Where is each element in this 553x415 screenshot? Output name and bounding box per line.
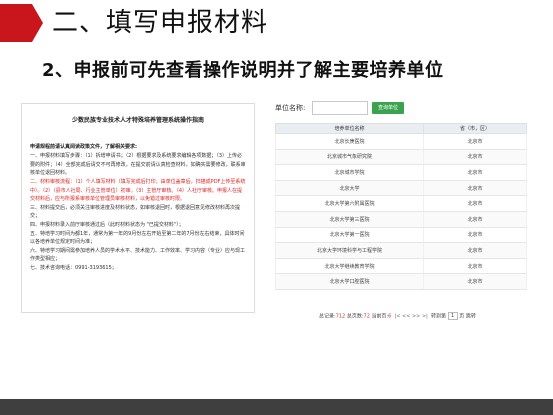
total-pages-value: 72	[363, 313, 370, 320]
current-page-value: 6	[388, 313, 392, 320]
unit-name-cell: 北京大学第六附属医院	[275, 195, 424, 212]
table-row[interactable]: 北京长庚医院 北京市	[275, 133, 527, 150]
province-cell: 北京市	[423, 149, 527, 166]
unit-name-cell: 北京大学继续教育学院	[275, 258, 424, 275]
jump-to-label: 转到第	[431, 313, 447, 320]
table-row[interactable]: 北京大学环境科学与工程学院 北京市	[275, 242, 527, 259]
title-accent-arrow	[32, 4, 43, 42]
unit-name-cell: 北京大学口腔医院	[275, 273, 424, 290]
province-cell: 北京市	[423, 273, 527, 290]
footer-bar	[0, 399, 553, 415]
guide-step-4: 四、申报材料录入前厅审核通过后（此时材料状态为 "已提交材料"）；	[30, 221, 184, 228]
unit-name-cell: 北京长庚医院	[275, 133, 424, 150]
unit-name-cell: 北京城市学院	[275, 164, 424, 181]
slide-subtitle: 2、申报前可先查看操作说明并了解主要培养单位	[42, 60, 444, 81]
pagination-bar: 总记录:712 总页数:72 当前页:6 |< << >> >| 转到第 1 页…	[319, 312, 539, 322]
province-cell: 北京市	[423, 164, 527, 181]
unit-name-label: 单位名称:	[275, 104, 306, 112]
operation-guide-document: 少数民族专业技术人才特殊培养管理系统操作指南 申请规程前请认真阅读政策文件，了解…	[21, 103, 255, 313]
page-navigation-links[interactable]: |< << >> >|	[395, 314, 428, 320]
total-records-value: 712	[335, 313, 346, 320]
unit-name-cell: 北京大学第一医院	[275, 227, 424, 244]
guide-step-7: 七、技术咨询电话：0991-3193615；	[30, 264, 117, 271]
province-cell: 北京市	[423, 133, 527, 150]
guide-step-6: 六、特培学习期间需参加培养人员的学术水平、技术能力、工作效率、学习内容（专业）应…	[30, 247, 246, 263]
title-accent-bar	[0, 4, 32, 42]
province-cell: 北京市	[423, 227, 527, 244]
query-unit-button[interactable]: 查询单位	[372, 102, 404, 114]
unit-name-cell: 北京大学环境科学与工程学院	[275, 242, 424, 259]
column-header-province[interactable]: 省（市，区）	[423, 123, 527, 134]
province-cell: 北京市	[423, 211, 527, 228]
guide-title: 少数民族专业技术人才特殊培养管理系统操作指南	[71, 117, 204, 124]
unit-name-cell: 北京大学第三医院	[275, 211, 424, 228]
table-row[interactable]: 北京大学口腔医院 北京市	[275, 273, 527, 290]
total-records-label: 总记录:	[319, 313, 336, 320]
page-unit-label: 页	[459, 313, 465, 320]
guide-step-5: 五、特培学习时间为都1年，通常为第一年的9月份左右开始至第二年的7月份左右结束，…	[30, 230, 245, 246]
unit-name-cell: 北京城市气象研究院	[275, 149, 424, 166]
jump-page-input[interactable]: 1	[447, 312, 458, 320]
training-unit-table: 培养单位名称 省（市，区） 北京长庚医院 北京市 北京城市气象研究院 北京市 北京城…	[275, 123, 527, 290]
province-cell: 北京市	[423, 258, 527, 275]
table-row[interactable]: 北京城市学院 北京市	[275, 164, 527, 181]
training-unit-search-page: 单位名称: 查询单位 培养单位名称 省（市，区） 北京长庚医院 北京市 北京城市气…	[259, 95, 532, 327]
guide-step-2: 二、材料审核流程：（1）个人填写材料（填写完成后打印，由单位盖章后，扫描成PDF…	[30, 178, 246, 203]
column-header-unit-name[interactable]: 培养单位名称	[275, 123, 424, 134]
table-row[interactable]: 北京大学继续教育学院 北京市	[275, 258, 527, 275]
province-cell: 北京市	[423, 180, 527, 197]
search-row: 单位名称: 查询单位	[259, 99, 532, 117]
jump-button[interactable]: 跳转	[466, 314, 476, 320]
table-row[interactable]: 北京城市气象研究院 北京市	[275, 149, 527, 166]
guide-intro: 申请规程前请认真阅读政策文件，了解相关要求:	[30, 143, 138, 150]
table-row[interactable]: 北京大学第一医院 北京市	[275, 227, 527, 244]
table-row[interactable]: 北京大学第六附属医院 北京市	[275, 195, 527, 212]
province-cell: 北京市	[423, 242, 527, 259]
table-header-row: 培养单位名称 省（市，区）	[275, 123, 527, 134]
total-pages-label: 总页数:	[346, 313, 364, 320]
table-row[interactable]: 北京大学 北京市	[275, 180, 527, 197]
guide-step-1: 一、申报材料填写步骤：（1）拆增申请书；（2）根据要求及系统要求编辑各项数据；（…	[30, 153, 246, 177]
guide-step-3: 三、材料提交后，必须关注审核进度及材料状态，如审核退回时，根据退回意见修改材料再…	[30, 204, 241, 220]
slide-title: 二、填写申报材料	[52, 8, 269, 38]
unit-name-input[interactable]	[312, 101, 368, 115]
province-cell: 北京市	[423, 195, 527, 212]
table-row[interactable]: 北京大学第三医院 北京市	[275, 211, 527, 228]
unit-name-cell: 北京大学	[275, 180, 424, 197]
current-page-label: 当前页:	[371, 313, 389, 320]
